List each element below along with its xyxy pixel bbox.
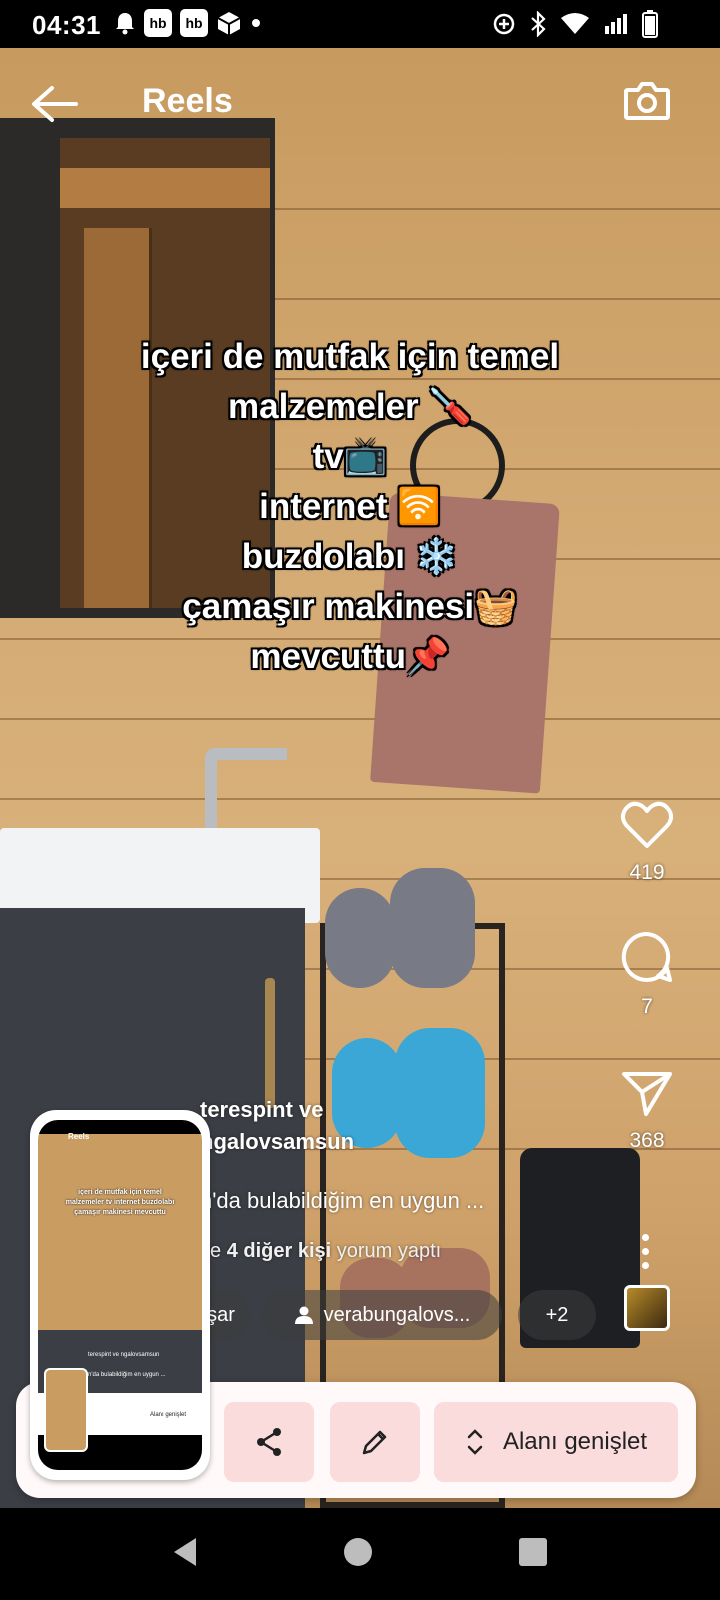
status-right-icons (492, 10, 658, 38)
bluetooth-icon (531, 11, 546, 37)
nav-home-button[interactable] (344, 1538, 372, 1566)
expand-area-button[interactable]: Alanı genişlet (434, 1402, 678, 1482)
battery-icon (642, 10, 658, 38)
like-count: 419 (629, 861, 665, 884)
status-time: 04:31 (32, 10, 101, 40)
share-icon (257, 1428, 281, 1456)
more-tags-chip[interactable]: +2 (518, 1290, 596, 1340)
caption-line: tv📺 (312, 437, 388, 476)
thumbnail-desc: n'da bulabildiğim en uygun ... (88, 1372, 166, 1378)
hb-app-badge-2: hb (180, 9, 208, 37)
like-action[interactable]: 419 (612, 800, 682, 885)
system-nav-bar (0, 1508, 720, 1600)
person-icon (294, 1306, 313, 1324)
comments-summary[interactable]: ve 4 diğer kişi yorum yaptı (200, 1240, 441, 1263)
nav-recents-button[interactable] (519, 1538, 547, 1566)
video-caption-overlay: içeri de mutfak için temel malzemeler 🪛 … (90, 332, 610, 682)
camera-button[interactable] (622, 76, 672, 126)
thumbnail-author: terespint ve ngalovsamsun (88, 1352, 160, 1358)
comments-bold: 4 diğer kişi (226, 1240, 332, 1262)
more-options-button[interactable] (642, 1234, 650, 1276)
thumbnail-nested-preview (44, 1368, 88, 1452)
reflected-ceiling (60, 168, 270, 208)
dot-icon (642, 1262, 649, 1269)
hb-app-badge: hb (144, 9, 172, 37)
camera-icon (624, 82, 670, 120)
wifi-icon (561, 13, 589, 34)
author-line: ngalovsamsun (200, 1129, 355, 1154)
caption-line: buzdolabı ❄️ (241, 537, 459, 576)
caption-line: çamaşır makinesi🧺 (182, 587, 518, 626)
share-screenshot-button[interactable] (224, 1402, 314, 1482)
comment-action[interactable]: 7 (612, 930, 682, 1019)
gray-towel (390, 868, 475, 988)
notification-bell-icon (116, 13, 134, 35)
wood-plank-line (0, 718, 720, 720)
comments-suffix: yorum yaptı (336, 1240, 442, 1262)
comment-icon (621, 931, 672, 982)
dot-icon (642, 1248, 649, 1255)
data-saver-icon (493, 13, 515, 35)
edit-screenshot-button[interactable] (330, 1402, 420, 1482)
expand-area-label: Alanı genişlet (502, 1428, 648, 1455)
audio-thumbnail[interactable] (624, 1285, 670, 1331)
caption-line: internet 🛜 (259, 487, 441, 526)
blue-towel (395, 1028, 485, 1158)
heart-icon (620, 801, 674, 848)
tagged-user-label: verabungalovs... (323, 1303, 471, 1326)
caption-line: içeri de mutfak için temel (140, 337, 560, 376)
author-line: terespint ve (200, 1097, 324, 1122)
status-left-icons: hb hb (114, 9, 260, 37)
signal-icon (605, 14, 627, 34)
nav-back-icon (174, 1538, 196, 1566)
tagged-user-chip[interactable]: verabungalovs... (262, 1290, 502, 1340)
share-count: 368 (629, 1129, 665, 1152)
gray-towel (325, 888, 395, 988)
post-authors[interactable]: terespint ve ngalovsamsun (200, 1094, 354, 1158)
back-arrow-icon (32, 86, 78, 122)
screenshot-thumbnail[interactable]: Reels içeri de mutfak için temel malzeme… (30, 1110, 210, 1480)
box-icon (217, 12, 241, 35)
comment-count: 7 (641, 995, 653, 1018)
thumbnail-caption: içeri de mutfak için temel malzemeler tv… (65, 1189, 175, 1216)
pencil-icon (362, 1430, 387, 1455)
status-bar: 04:31 hb hb (0, 0, 720, 48)
share-action[interactable]: 368 (612, 1068, 682, 1153)
expand-vertical-icon (467, 1429, 483, 1455)
thumbnail-title: Reels (68, 1132, 90, 1141)
nav-back-button[interactable] (172, 1536, 198, 1573)
page-title: Reels (142, 82, 233, 120)
caption-line: mevcuttu📌 (250, 637, 450, 676)
post-description[interactable]: n'da bulabildiğim en uygun ... (200, 1188, 484, 1214)
dot-icon (642, 1234, 649, 1241)
more-notifications-dot (252, 19, 260, 27)
thumbnail-preview: Reels içeri de mutfak için temel malzeme… (38, 1120, 202, 1470)
back-button[interactable] (30, 84, 78, 124)
send-icon (622, 1072, 672, 1116)
cabinet-handle (265, 978, 275, 1108)
thumbnail-expand: Alanı genişlet (150, 1412, 187, 1418)
caption-line: malzemeler 🪛 (228, 387, 472, 426)
